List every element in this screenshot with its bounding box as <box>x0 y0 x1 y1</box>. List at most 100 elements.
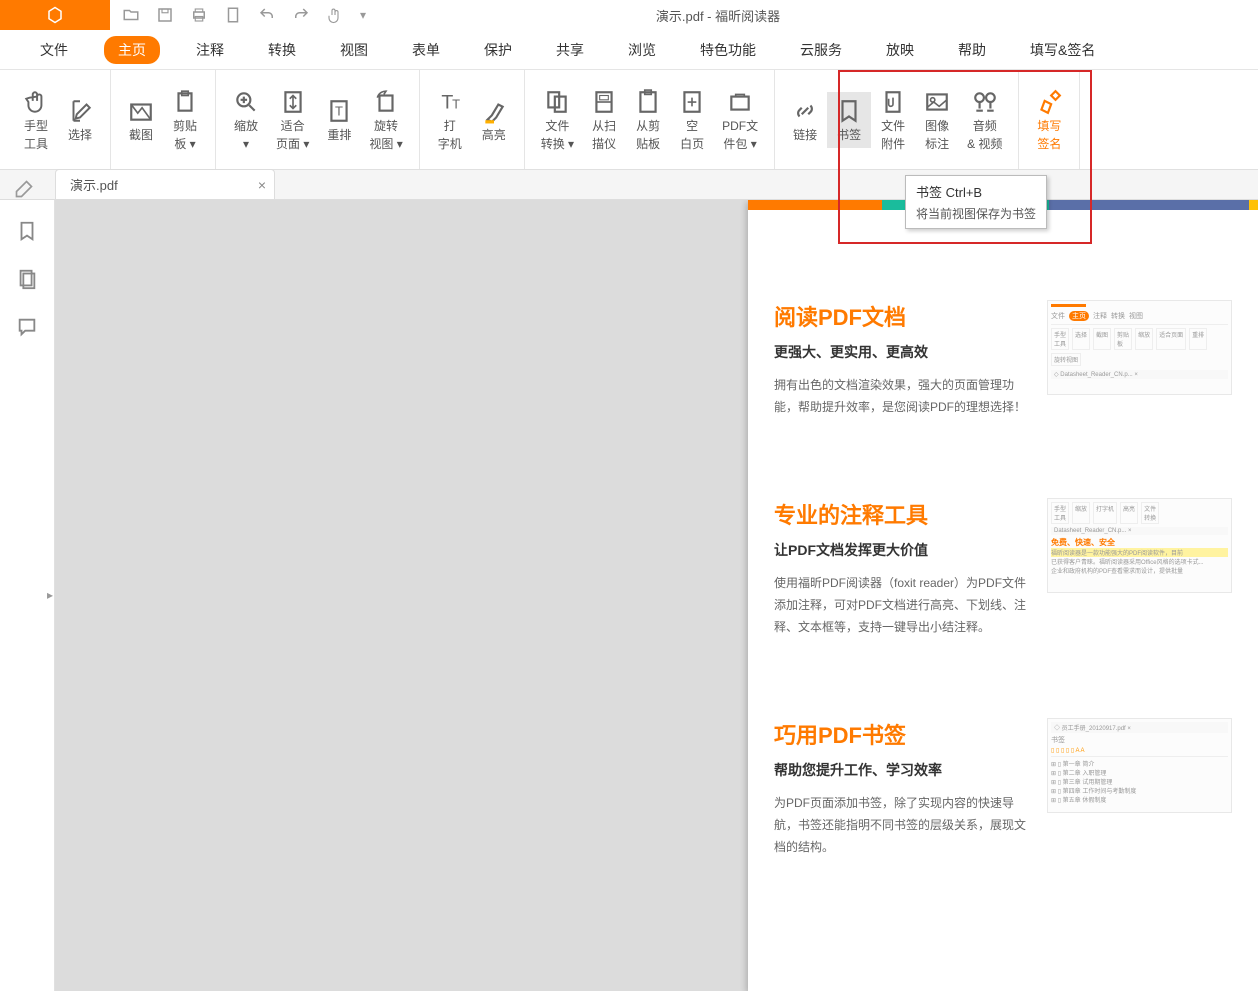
left-nav-panel: ▸ <box>0 200 55 991</box>
ribbon-scanner-button[interactable]: 从扫描仪 <box>582 83 626 157</box>
menu-form[interactable]: 表单 <box>404 36 448 64</box>
ribbon-bookmark-button[interactable]: 书签 <box>827 92 871 148</box>
ribbon-clipboard-button[interactable]: 剪贴板 ▾ <box>163 83 207 157</box>
ribbon-highlight-button[interactable]: 高亮 <box>472 92 516 148</box>
ribbon-rotate-button[interactable]: 旋转视图 ▾ <box>361 83 410 157</box>
title-bar: ▾ 演示.pdf - 福昕阅读器 <box>0 0 1258 30</box>
ribbon-blank-button[interactable]: 空白页 <box>670 83 714 157</box>
ribbon-hand-button[interactable]: 手型工具 <box>14 83 58 157</box>
from-clip-icon <box>635 89 661 115</box>
ribbon-label: 字机 <box>438 137 462 151</box>
ribbon-select-text-button[interactable]: 选择 <box>58 92 102 148</box>
redo-icon[interactable] <box>292 6 310 24</box>
ribbon-label: 白页 <box>680 137 704 151</box>
thumb-read: 文件主页注释转换视图手型 工具选择截图剪贴 板缩放适合页面重排旋转视图◇ Dat… <box>1047 300 1232 395</box>
comments-panel-icon[interactable] <box>16 316 38 338</box>
ribbon-label: 描仪 <box>592 137 616 151</box>
ribbon-label: 链接 <box>793 128 817 142</box>
app-logo <box>0 0 110 30</box>
ribbon-typewriter-button[interactable]: TT打字机 <box>428 83 472 157</box>
open-icon[interactable] <box>122 6 140 24</box>
ribbon-file-convert-button[interactable]: 文件转换 ▾ <box>533 83 582 157</box>
menu-comment[interactable]: 注释 <box>188 36 232 64</box>
ribbon-label: 文件 <box>545 119 569 133</box>
ribbon-zoom-button[interactable]: 缩放▾ <box>224 83 268 157</box>
ribbon-label: 页面 ▾ <box>276 137 309 151</box>
expand-panel-handle[interactable]: ▸ <box>45 580 55 610</box>
menu-share[interactable]: 共享 <box>548 36 592 64</box>
document-viewport[interactable]: 阅读PDF文档更强大、更实用、更高效拥有出色的文档渲染效果，强大的页面管理功能，… <box>55 200 1258 991</box>
foxit-logo-icon <box>46 6 64 24</box>
hand-small-icon[interactable] <box>326 6 344 24</box>
ribbon-label: 高亮 <box>482 128 506 142</box>
undo-icon[interactable] <box>258 6 276 24</box>
section-subtitle: 让PDF文档发挥更大价值 <box>774 540 1033 560</box>
window-title: 演示.pdf - 福昕阅读器 <box>378 6 1058 25</box>
snapshot-icon <box>128 98 154 124</box>
zoom-icon <box>233 89 259 115</box>
menu-file[interactable]: 文件 <box>32 36 76 64</box>
ribbon-from-clip-button[interactable]: 从剪贴板 <box>626 83 670 157</box>
ribbon-label: 从扫 <box>592 119 616 133</box>
close-tab-icon[interactable]: × <box>258 177 266 193</box>
ribbon-portfolio-button[interactable]: PDF文件包 ▾ <box>714 83 766 157</box>
ribbon-label: PDF文 <box>722 119 758 133</box>
menu-view[interactable]: 视图 <box>332 36 376 64</box>
menu-home[interactable]: 主页 <box>104 36 160 64</box>
portfolio-icon <box>727 89 753 115</box>
scanner-icon <box>591 89 617 115</box>
menu-convert[interactable]: 转换 <box>260 36 304 64</box>
section-subtitle: 更强大、更实用、更高效 <box>774 342 1033 362</box>
print-icon[interactable] <box>190 6 208 24</box>
menu-browse[interactable]: 浏览 <box>620 36 664 64</box>
bookmark-panel-icon[interactable] <box>16 220 38 242</box>
section-title: 巧用PDF书签 <box>774 718 1033 750</box>
document-tab-label: 演示.pdf <box>70 175 118 194</box>
ribbon-label: 视图 ▾ <box>369 137 402 151</box>
hand-icon <box>23 89 49 115</box>
ribbon-label: 音频 <box>973 119 997 133</box>
document-tab[interactable]: 演示.pdf × <box>55 169 275 199</box>
attachment-icon <box>880 89 906 115</box>
menu-help[interactable]: 帮助 <box>950 36 994 64</box>
pdf-page: 阅读PDF文档更强大、更实用、更高效拥有出色的文档渲染效果，强大的页面管理功能，… <box>748 200 1258 991</box>
pages-panel-icon[interactable] <box>16 268 38 290</box>
blank-icon <box>679 89 705 115</box>
quick-access-toolbar: ▾ <box>110 6 378 24</box>
image-anno-icon <box>924 89 950 115</box>
ribbon-label: 手型 <box>24 119 48 133</box>
thumb-bookmark: ◇ 员工手册_20120917.pdf ×书签▯ ▯ ▯ ▯ ▯ A A⊞ ▯ … <box>1047 718 1232 813</box>
ribbon-fill-sign-button[interactable]: 填写签名 <box>1027 83 1071 157</box>
ribbon-label: 转换 ▾ <box>541 137 574 151</box>
ribbon-label: 文件 <box>881 119 905 133</box>
ribbon-label: 从剪 <box>636 119 660 133</box>
save-icon[interactable] <box>156 6 174 24</box>
menu-features[interactable]: 特色功能 <box>692 36 764 64</box>
ribbon-link-button[interactable]: 链接 <box>783 92 827 148</box>
document-tab-bar: 演示.pdf × <box>0 170 1258 200</box>
ribbon-image-anno-button[interactable]: 图像标注 <box>915 83 959 157</box>
qat-dropdown-icon[interactable]: ▾ <box>360 8 366 22</box>
menu-protect[interactable]: 保护 <box>476 36 520 64</box>
menu-fillsign[interactable]: 填写&签名 <box>1022 36 1103 64</box>
eraser-icon[interactable] <box>14 179 34 199</box>
section-body: 使用福昕PDF阅读器（foxit reader）为PDF文件添加注释，可对PDF… <box>774 572 1033 638</box>
ribbon-reflow-button[interactable]: T重排 <box>317 92 361 148</box>
ribbon-label: 适合 <box>281 119 305 133</box>
ribbon-snapshot-button[interactable]: 截图 <box>119 92 163 148</box>
pdf-section: 阅读PDF文档更强大、更实用、更高效拥有出色的文档渲染效果，强大的页面管理功能，… <box>748 280 1258 428</box>
svg-text:T: T <box>452 96 460 111</box>
reflow-icon: T <box>326 98 352 124</box>
section-title: 阅读PDF文档 <box>774 300 1033 332</box>
ribbon-toolbar: 手型工具选择截图剪贴板 ▾缩放▾适合页面 ▾T重排旋转视图 ▾TT打字机高亮文件… <box>0 70 1258 170</box>
ribbon-label: 打 <box>444 119 456 133</box>
menu-slideshow[interactable]: 放映 <box>878 36 922 64</box>
clipboard-icon <box>172 89 198 115</box>
page-icon[interactable] <box>224 6 242 24</box>
ribbon-fit-page-button[interactable]: 适合页面 ▾ <box>268 83 317 157</box>
ribbon-attachment-button[interactable]: 文件附件 <box>871 83 915 157</box>
menu-cloud[interactable]: 云服务 <box>792 36 850 64</box>
ribbon-label: 工具 <box>24 137 48 151</box>
ribbon-av-button[interactable]: 音频& 视频 <box>959 83 1010 157</box>
ribbon-label: 填写 <box>1037 119 1061 133</box>
